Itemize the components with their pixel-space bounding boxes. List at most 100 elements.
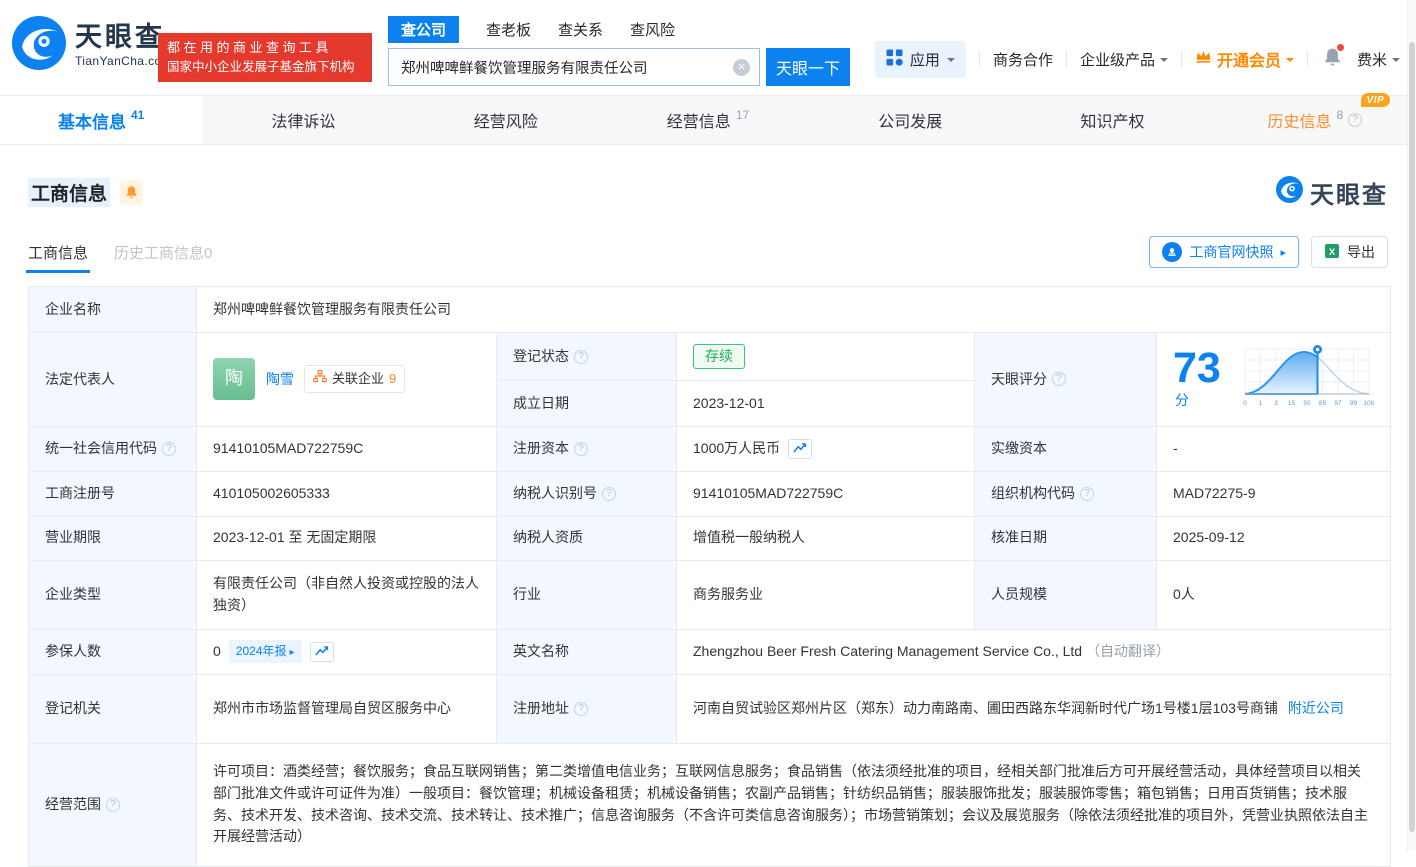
chevron-down-icon: [947, 58, 955, 66]
establish-date-value: 2023-12-01: [677, 381, 975, 426]
watermark-logo: 天眼查: [1276, 175, 1388, 210]
trend-chart-icon[interactable]: [788, 439, 812, 459]
tianyancha-logo-icon: [12, 16, 66, 75]
search-tabs: 查公司 查老板 查关系 查风险: [388, 16, 850, 43]
related-companies-badge[interactable]: 关联企业 9: [304, 365, 405, 393]
tab-count: 41: [131, 108, 144, 122]
tab-legal-lawsuits[interactable]: 法律诉讼: [202, 96, 404, 144]
table-row: 工商注册号 410105002605333 纳税人识别号 91410105MAD…: [29, 471, 1391, 516]
avatar[interactable]: 陶: [213, 358, 255, 400]
tab-operating-risk[interactable]: 经营风险: [405, 96, 607, 144]
bell-icon: [125, 185, 138, 200]
help-icon[interactable]: [1348, 113, 1362, 127]
export-label: 导出: [1347, 242, 1375, 262]
tianyancha-logo[interactable]: 天眼查 TianYanCha.com: [12, 16, 172, 75]
bell-icon: [1323, 55, 1342, 72]
english-name-value: Zhengzhou Beer Fresh Catering Management…: [693, 643, 1082, 659]
svg-text:1: 1: [1259, 400, 1263, 407]
top-header: 天眼查 TianYanCha.com 都在用的商业查询工具 国家中小企业发展子基…: [0, 0, 1416, 95]
promo-banner: 都在用的商业查询工具 国家中小企业发展子基金旗下机构: [158, 33, 372, 82]
related-label: 关联企业: [332, 369, 384, 389]
tab-label: 经营信息: [667, 108, 731, 132]
registration-authority-value: 郑州市市场监督管理局自贸区服务中心: [197, 674, 497, 743]
search-button[interactable]: 天眼一下: [766, 48, 850, 86]
banner-line2: 国家中小企业发展子基金旗下机构: [167, 58, 363, 77]
search-tab-boss[interactable]: 查老板: [486, 19, 531, 40]
business-scope-value: 许可项目：酒类经营；餐饮服务；食品互联网销售；第二类增值电信业务；互联网信息服务…: [197, 743, 1391, 866]
field-label: 法定代表人: [29, 333, 197, 427]
nav-business-cooperation[interactable]: 商务合作: [993, 49, 1053, 70]
nearby-companies-link[interactable]: 附近公司: [1288, 700, 1344, 716]
field-label: 参保人数: [29, 629, 197, 674]
table-row: 统一社会信用代码 91410105MAD722759C 注册资本 1000万人民…: [29, 426, 1391, 471]
search-tab-relation[interactable]: 查关系: [558, 19, 603, 40]
subtab-business-info[interactable]: 工商信息: [28, 242, 88, 263]
nav-divider: [1066, 51, 1067, 67]
table-row: 营业期限 2023-12-01 至 无固定期限 纳税人资质 增值税一般纳税人 核…: [29, 516, 1391, 560]
legal-rep-cell: 陶 陶雪 关联企业 9: [197, 333, 497, 427]
top-nav: 应用 商务合作 企业级产品 开通会员 费米: [875, 40, 1400, 78]
export-button[interactable]: X 导出: [1311, 236, 1388, 268]
nav-apps[interactable]: 应用: [875, 41, 966, 78]
svg-text:X: X: [1329, 246, 1336, 257]
help-icon[interactable]: [574, 442, 588, 456]
company-type-value: 有限责任公司（非自然人投资或控股的法人独资）: [197, 560, 497, 629]
help-icon[interactable]: [162, 442, 176, 456]
field-label: 注册资本: [497, 426, 677, 471]
search-tab-company[interactable]: 查公司: [388, 16, 459, 43]
watermark-text: 天眼查: [1310, 175, 1388, 210]
field-label: 登记机关: [29, 674, 197, 743]
status-badge: 存续: [693, 344, 745, 370]
search-input[interactable]: [388, 48, 760, 86]
nav-apps-label: 应用: [910, 49, 940, 70]
scrollbar-thumb[interactable]: [1409, 42, 1415, 832]
help-icon[interactable]: [1080, 487, 1094, 501]
help-icon[interactable]: [574, 702, 588, 716]
help-icon[interactable]: [1052, 372, 1066, 386]
table-row: 参保人数 0 2024年报 英文名称 Zhengzhou Beer Fresh …: [29, 629, 1391, 674]
insured-count-cell: 0 2024年报: [197, 629, 497, 674]
staff-size-value: 0人: [1157, 560, 1391, 629]
field-label: 天眼评分: [975, 333, 1157, 427]
scrollbar-track[interactable]: [1407, 0, 1416, 851]
trend-chart-icon[interactable]: [310, 642, 334, 662]
score-unit: 分: [1175, 392, 1189, 408]
nav-open-vip[interactable]: 开通会员: [1195, 47, 1294, 71]
company-name-value: 郑州啤啤鲜餐饮管理服务有限责任公司: [197, 287, 1391, 333]
official-snapshot-button[interactable]: 工商官网快照 ▸: [1149, 236, 1299, 268]
notifications-bell[interactable]: [1323, 47, 1342, 72]
tianyan-score-cell: 73分: [1157, 333, 1391, 427]
nav-user-menu[interactable]: 费米: [1357, 49, 1400, 70]
annual-report-badge[interactable]: 2024年报: [229, 640, 302, 664]
registered-capital-cell: 1000万人民币: [677, 426, 975, 471]
subscribe-bell-button[interactable]: [120, 180, 143, 205]
company-tabbar: 基本信息41 法律诉讼 经营风险 经营信息17 公司发展 知识产权 历史信息 8…: [0, 95, 1416, 145]
nav-enterprise-products[interactable]: 企业级产品: [1080, 49, 1168, 70]
tab-company-development[interactable]: 公司发展: [809, 96, 1011, 144]
insured-count-value: 0: [213, 641, 221, 663]
paid-capital-value: -: [1157, 426, 1391, 471]
legal-rep-link[interactable]: 陶雪: [266, 369, 294, 391]
clear-search-icon[interactable]: [733, 59, 750, 76]
field-label: 实缴资本: [975, 426, 1157, 471]
help-icon[interactable]: [574, 350, 588, 364]
help-icon[interactable]: [602, 487, 616, 501]
field-label: 核准日期: [975, 516, 1157, 560]
vip-badge: VIP: [1361, 93, 1391, 107]
table-row: 企业名称 郑州啤啤鲜餐饮管理服务有限责任公司: [29, 287, 1391, 333]
subtab-history-business-info[interactable]: 历史工商信息0: [114, 242, 212, 263]
tianyancha-logo-icon: [1276, 176, 1303, 208]
tab-label: 经营风险: [474, 108, 538, 132]
tab-history-info[interactable]: 历史信息 8 VIP: [1214, 96, 1416, 144]
tab-business-info[interactable]: 经营信息17: [607, 96, 809, 144]
search-tab-risk[interactable]: 查风险: [630, 19, 675, 40]
notification-dot: [1337, 44, 1344, 51]
table-row: 登记机关 郑州市市场监督管理局自贸区服务中心 注册地址 河南自贸试验区郑州片区（…: [29, 674, 1391, 743]
help-icon[interactable]: [106, 798, 120, 812]
tab-basic-info[interactable]: 基本信息41: [0, 96, 202, 144]
credit-code-value: 91410105MAD722759C: [197, 426, 497, 471]
tab-intellectual-property[interactable]: 知识产权: [1011, 96, 1213, 144]
registered-address-value: 河南自贸试验区郑州片区（郑东）动力南路南、圃田西路东华润新时代广场1号楼1层10…: [693, 700, 1278, 716]
field-label: 纳税人识别号: [497, 471, 677, 516]
field-label: 成立日期: [497, 381, 677, 426]
